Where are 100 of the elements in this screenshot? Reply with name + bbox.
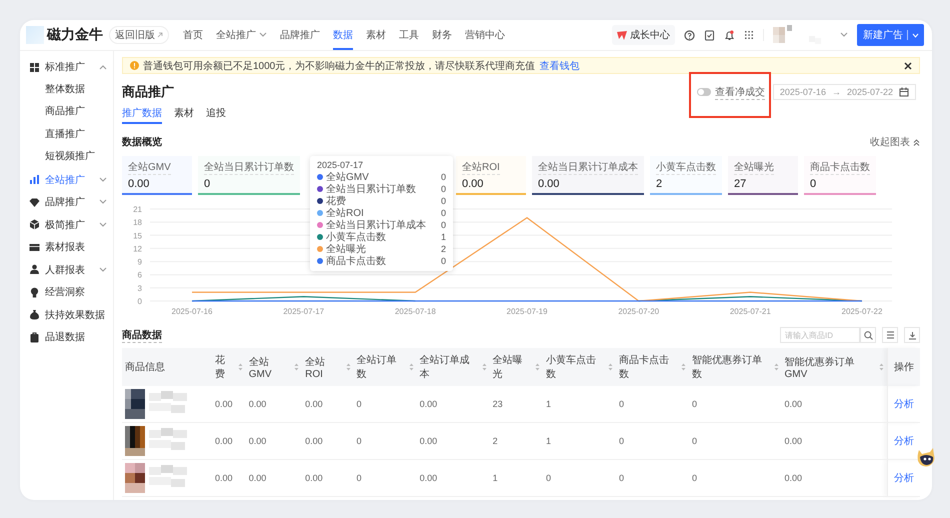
metric-card[interactable]: 全站当日累计订单数 0 xyxy=(198,156,300,195)
sort-icon[interactable] xyxy=(774,363,779,371)
metric-value: 0.00 xyxy=(462,178,484,190)
help-icon[interactable] xyxy=(684,30,695,40)
search-button[interactable] xyxy=(860,327,876,343)
column-header: 智能优惠券订单GMV xyxy=(784,356,856,380)
table-cell: 0 xyxy=(688,460,782,496)
table-cell: 1 xyxy=(543,386,616,422)
tooltip-label: 商品卡点击数 xyxy=(326,254,387,268)
bell-icon[interactable] xyxy=(724,30,735,40)
close-icon[interactable] xyxy=(904,62,912,70)
nav-tab[interactable]: 工具 xyxy=(399,20,419,50)
metric-card[interactable]: 全站曝光 27 xyxy=(728,156,798,195)
table-cell: 0 xyxy=(354,386,417,422)
double-chevron-up-icon xyxy=(913,138,920,146)
metric-card[interactable]: 小黄车点击数 2 xyxy=(650,156,722,195)
table-cell: 23 xyxy=(490,386,544,422)
axis-label: 2025-07-21 xyxy=(730,307,771,316)
collapse-button[interactable]: 收起图表 xyxy=(870,135,920,149)
table-cell: 0 xyxy=(688,422,782,460)
sidebar-subitem[interactable]: 短视频推广 xyxy=(20,146,113,168)
metric-label: 全站曝光 xyxy=(734,160,774,175)
search-field[interactable]: 请输入商品ID xyxy=(780,327,860,343)
tooltip-value: 0 xyxy=(440,256,446,266)
sort-icon[interactable] xyxy=(681,363,686,371)
sidebar-subitem[interactable]: 商品推广 xyxy=(20,101,113,124)
task-icon[interactable] xyxy=(704,30,715,40)
date-text: 2025-07-22 xyxy=(846,87,893,97)
table-cell: 1 xyxy=(490,460,544,496)
nav-tab[interactable]: 营销中心 xyxy=(465,20,505,50)
analyze-link[interactable]: 分析 xyxy=(894,436,914,447)
new-ad-button[interactable]: 新建广告 xyxy=(857,24,924,46)
bar-chart-icon xyxy=(29,174,40,186)
growth-center-button[interactable]: 成长中心 xyxy=(612,25,675,45)
axis-label: 12 xyxy=(133,244,142,254)
sort-icon[interactable] xyxy=(238,363,243,371)
nav-tab[interactable]: 首页 xyxy=(183,20,203,50)
sort-icon[interactable] xyxy=(878,363,884,371)
metric-label: 全站当日累计订单数 xyxy=(204,160,294,175)
metric-label: 全站GMV xyxy=(128,160,171,175)
assistant-mascot-icon[interactable] xyxy=(916,446,936,468)
table-cell: 0.00 xyxy=(782,386,888,422)
table-cell: 0 xyxy=(543,460,616,496)
back-button[interactable]: 返回旧版 xyxy=(109,26,169,44)
money-bag-icon xyxy=(29,309,40,320)
sort-icon[interactable] xyxy=(482,363,487,371)
metric-card[interactable]: 商品卡点击数 0 xyxy=(804,156,876,195)
wallet-link[interactable]: 查看钱包 xyxy=(539,58,580,72)
download-button[interactable] xyxy=(904,327,920,343)
sidebar-item[interactable]: 素材报表 xyxy=(20,236,113,258)
table-cell: 0.00 xyxy=(246,460,302,496)
sidebar-subitem[interactable]: 整体数据 xyxy=(20,78,113,101)
sidebar-item[interactable]: 人群报表 xyxy=(20,258,113,281)
sidebar-item[interactable]: 标准推广 xyxy=(20,56,113,78)
axis-label: 2025-07-16 xyxy=(172,307,212,316)
table-cell: 0.00 xyxy=(416,460,490,496)
analyze-link[interactable]: 分析 xyxy=(894,399,914,410)
chevron-down-icon xyxy=(912,32,919,38)
nav-tab[interactable]: 财务 xyxy=(432,20,452,50)
sidebar-item[interactable]: 品牌推广 xyxy=(20,191,113,214)
metric-card[interactable]: 全站当日累计订单成本 0.00 xyxy=(532,156,644,195)
sort-icon[interactable] xyxy=(608,363,613,371)
tab[interactable]: 素材 xyxy=(174,106,194,124)
clipboard-icon xyxy=(29,332,40,343)
apps-icon[interactable] xyxy=(744,30,754,40)
nav-tab[interactable]: 全站推广 xyxy=(216,20,267,50)
sidebar-item[interactable]: 极简推广 xyxy=(20,214,113,236)
table-cell: 0 xyxy=(688,386,782,422)
tooltip-label: 全站当日累计订单数 xyxy=(326,182,417,196)
metric-value: 2 xyxy=(656,178,664,190)
table-cell: 0.00 xyxy=(782,460,888,496)
tooltip-label: 全站当日累计订单成本 xyxy=(326,218,427,232)
metric-value: 0.00 xyxy=(128,178,150,190)
sort-icon[interactable] xyxy=(408,363,414,371)
table-cell: 0.00 xyxy=(212,460,246,496)
analyze-link[interactable]: 分析 xyxy=(894,473,914,484)
sidebar-item[interactable]: 品退数据 xyxy=(20,326,113,348)
nav-tab[interactable]: 数据 xyxy=(333,20,353,50)
tooltip-value: 0 xyxy=(440,196,446,206)
nav-tab[interactable]: 素材 xyxy=(366,20,386,50)
sidebar-subitem[interactable]: 直播推广 xyxy=(20,124,113,146)
sidebar-item[interactable]: 全站推广 xyxy=(20,168,113,191)
sidebar-item[interactable]: 扶持效果数据 xyxy=(20,304,113,326)
column-header: 花费 xyxy=(215,354,226,381)
sort-icon[interactable] xyxy=(294,363,300,371)
tab[interactable]: 推广数据 xyxy=(122,106,162,124)
axis-label: 2025-07-17 xyxy=(283,307,324,316)
tab[interactable]: 追投 xyxy=(206,106,226,124)
column-settings-button[interactable] xyxy=(882,327,898,343)
metric-label: 小黄车点击数 xyxy=(656,160,716,175)
nav-tab[interactable]: 品牌推广 xyxy=(280,20,320,50)
metric-card[interactable]: 全站ROI 0.00 xyxy=(456,156,526,195)
table-cell: 0.00 xyxy=(416,386,490,422)
sidebar-item[interactable]: 经营洞察 xyxy=(20,281,113,304)
table-cell: 0.00 xyxy=(302,460,354,496)
metric-card[interactable]: 全站GMV 0.00 xyxy=(122,156,192,195)
tooltip-label: 全站GMV xyxy=(326,170,370,184)
sort-icon[interactable] xyxy=(535,363,540,371)
toggle-switch[interactable] xyxy=(696,88,711,96)
sort-icon[interactable] xyxy=(346,363,350,371)
